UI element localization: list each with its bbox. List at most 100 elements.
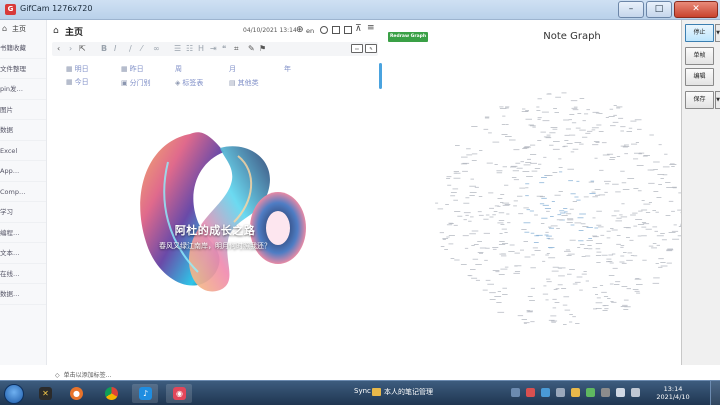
heading-icon[interactable]: H bbox=[198, 44, 204, 54]
edit-button[interactable]: 编辑 bbox=[685, 68, 714, 86]
tray-icon[interactable] bbox=[571, 388, 580, 397]
language-selector[interactable]: en bbox=[306, 27, 314, 35]
add-label-text: 单击以添加标签... bbox=[63, 372, 112, 379]
stop-record-button[interactable]: 停止 bbox=[685, 24, 714, 42]
link-label: 月 bbox=[229, 65, 236, 73]
italic-icon[interactable]: I bbox=[114, 44, 116, 54]
sidebar-item[interactable]: 数据 bbox=[0, 120, 46, 141]
link-others[interactable]: ▤ 其他类 bbox=[229, 78, 259, 88]
folder-icon: ▣ bbox=[121, 79, 128, 87]
taskbar-clock[interactable]: 13:14 2021/4/10 bbox=[653, 385, 693, 401]
link-week[interactable]: 周 bbox=[175, 64, 182, 74]
save-options-arrow[interactable]: ▼ bbox=[715, 91, 720, 109]
maximize-button[interactable]: □ bbox=[646, 1, 672, 18]
note-date: 04/10/2021 13:14 bbox=[243, 27, 297, 34]
window-title: GifCam 1276x720 bbox=[20, 4, 93, 13]
link-label: 其他类 bbox=[237, 79, 259, 87]
tray-icon[interactable] bbox=[526, 388, 535, 397]
banner-subtitle: 春风又绿江南岸，明月何时照我还？ bbox=[159, 242, 271, 250]
firefox-icon: ● bbox=[70, 387, 83, 400]
edit-note-icon[interactable]: ✎ bbox=[248, 44, 255, 54]
sidebar-item[interactable]: 图片 bbox=[0, 100, 46, 120]
sidebar-item[interactable]: 学习 bbox=[0, 202, 46, 223]
taskbar-app-gifcam[interactable]: ◉ bbox=[166, 384, 192, 403]
back-icon[interactable]: ‹ bbox=[57, 44, 60, 54]
sidebar-home-label: 主页 bbox=[12, 25, 26, 33]
tray-icon[interactable] bbox=[541, 388, 550, 397]
tray-icon[interactable] bbox=[511, 388, 520, 397]
note-graph-canvas[interactable] bbox=[430, 90, 686, 330]
globe-icon[interactable]: ⊕ bbox=[296, 25, 304, 35]
tray-icon[interactable] bbox=[556, 388, 565, 397]
editor-scrollbar[interactable] bbox=[379, 63, 382, 89]
link-tags[interactable]: ◈ 标签表 bbox=[175, 78, 203, 88]
sidebar-item[interactable]: 文件整理 bbox=[0, 59, 46, 79]
link-label: 明日 bbox=[74, 65, 89, 73]
record-options-arrow[interactable]: ▼ bbox=[715, 24, 720, 42]
link-yesterday[interactable]: ▦ 昨日 bbox=[121, 64, 144, 74]
sidebar-item[interactable]: Comp… bbox=[0, 182, 46, 202]
sidebar-item[interactable]: Excel bbox=[0, 141, 46, 161]
sidebar-item[interactable]: 文本… bbox=[0, 243, 46, 264]
info-icon[interactable] bbox=[320, 26, 328, 34]
indent-icon[interactable]: ⇥ bbox=[210, 44, 217, 54]
clock-date: 2021/4/10 bbox=[656, 393, 690, 401]
pin-icon[interactable]: ⚑ bbox=[259, 44, 266, 54]
sidebar-item[interactable]: 在线… bbox=[0, 264, 46, 284]
link-icon[interactable]: ∞ bbox=[153, 44, 160, 54]
numbered-list-icon[interactable]: ☷ bbox=[186, 44, 193, 54]
close-button[interactable]: ✕ bbox=[674, 1, 718, 18]
attachment-icon[interactable] bbox=[344, 26, 352, 34]
source-mode-icon[interactable]: ▭ bbox=[351, 44, 363, 53]
strikethrough-icon[interactable]: ∕ bbox=[129, 44, 132, 54]
taskbar-app-xmind[interactable]: ✕ bbox=[32, 384, 58, 403]
taskbar-app-tiktok[interactable]: ♪ bbox=[132, 384, 158, 403]
sidebar-item[interactable]: 书籍收藏 bbox=[0, 38, 46, 59]
tag-icon: ◈ bbox=[175, 79, 181, 87]
taskbar-app-chrome[interactable] bbox=[98, 384, 124, 403]
note-title[interactable]: 主页 bbox=[65, 25, 83, 38]
gifcam-control-panel: 停止 ▼ 单帧 编辑 保存 ▼ bbox=[681, 20, 720, 365]
taskbar: ✕ ● ♪ ◉ Sync 本人的笔记管理 13:14 2021/4/10 bbox=[0, 380, 720, 405]
link-year[interactable]: 年 bbox=[284, 64, 291, 74]
taskbar-window-label[interactable]: 本人的笔记管理 bbox=[384, 387, 433, 397]
sidebar-home[interactable]: ⌂ 主页 bbox=[0, 20, 46, 38]
tray-icon[interactable] bbox=[601, 388, 610, 397]
start-button[interactable] bbox=[4, 384, 24, 404]
bullet-list-icon[interactable]: ☰ bbox=[174, 44, 181, 54]
tray-icon[interactable] bbox=[586, 388, 595, 397]
link-categories[interactable]: ▣ 分门别 bbox=[121, 78, 151, 88]
edit-mode-icon[interactable]: ✎ bbox=[365, 44, 377, 53]
minimize-button[interactable]: – bbox=[618, 1, 644, 18]
graph-title: Note Graph bbox=[543, 31, 601, 42]
add-label-hint[interactable]: ◇ 单击以添加标签... bbox=[55, 370, 111, 379]
link-month[interactable]: 月 bbox=[229, 64, 236, 74]
sidebar-item[interactable]: pin发… bbox=[0, 79, 46, 100]
sitemap-icon[interactable]: ⊼ bbox=[355, 24, 362, 34]
forward-icon[interactable]: › bbox=[69, 44, 72, 54]
link-tomorrow[interactable]: ▦ 明日 bbox=[66, 64, 89, 74]
link-label: 分门别 bbox=[129, 79, 151, 87]
split-view-icon[interactable] bbox=[332, 26, 340, 34]
redraw-graph-button[interactable]: Redraw Graph bbox=[388, 32, 428, 42]
save-button[interactable]: 保存 bbox=[685, 91, 714, 109]
menu-icon[interactable]: ≡ bbox=[367, 23, 375, 33]
calendar-icon: ▦ bbox=[66, 65, 73, 73]
sidebar-item[interactable]: App… bbox=[0, 161, 46, 182]
show-desktop-button[interactable] bbox=[710, 381, 720, 405]
open-external-icon[interactable]: ⇱ bbox=[79, 44, 86, 54]
quote-icon[interactable]: ❝ bbox=[222, 44, 226, 54]
xmind-icon: ✕ bbox=[39, 387, 52, 400]
code-icon[interactable]: ⌗ bbox=[234, 44, 239, 54]
sidebar-item[interactable]: 编程… bbox=[0, 223, 46, 243]
volume-icon[interactable] bbox=[631, 388, 640, 397]
folder-icon bbox=[372, 388, 381, 396]
highlight-icon[interactable]: ⁄ bbox=[141, 44, 142, 54]
bold-icon[interactable]: B bbox=[101, 44, 107, 54]
single-frame-button[interactable]: 单帧 bbox=[685, 47, 714, 65]
taskbar-app-firefox[interactable]: ● bbox=[63, 384, 89, 403]
taskbar-sync-label[interactable]: Sync bbox=[354, 387, 371, 395]
sidebar-item[interactable]: 数据… bbox=[0, 284, 46, 305]
link-today[interactable]: ▦ 今日 bbox=[66, 77, 89, 87]
network-icon[interactable] bbox=[616, 388, 625, 397]
